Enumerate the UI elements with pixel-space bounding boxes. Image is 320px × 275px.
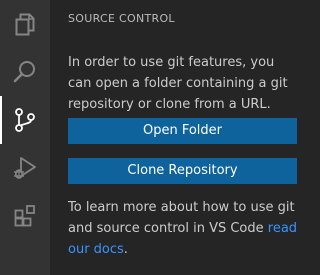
welcome-intro-text: In order to use git features, you can op…: [68, 55, 288, 112]
clone-repository-button[interactable]: Clone Repository: [68, 158, 297, 184]
activity-item-search[interactable]: [0, 48, 50, 96]
activity-bar: [0, 0, 50, 275]
learn-more-prefix: To learn more about how to use git and s…: [68, 200, 295, 236]
vscode-window: SOURCE CONTROL In order to use git featu…: [0, 0, 303, 275]
activity-item-explorer[interactable]: [0, 0, 50, 48]
run-debug-icon: [12, 155, 38, 181]
learn-more-text: To learn more about how to use git and s…: [68, 197, 300, 260]
source-control-sidebar: SOURCE CONTROL In order to use git featu…: [50, 0, 303, 275]
open-folder-button[interactable]: Open Folder: [68, 118, 297, 144]
learn-more-suffix: .: [123, 242, 128, 257]
source-control-icon: [12, 107, 38, 133]
activity-item-extensions[interactable]: [0, 192, 50, 240]
activity-item-source-control[interactable]: [0, 96, 50, 144]
activity-item-run-debug[interactable]: [0, 144, 50, 192]
search-icon: [12, 59, 38, 85]
extensions-icon: [12, 203, 38, 229]
sidebar-title: SOURCE CONTROL: [68, 12, 175, 25]
explorer-icon: [12, 11, 38, 37]
